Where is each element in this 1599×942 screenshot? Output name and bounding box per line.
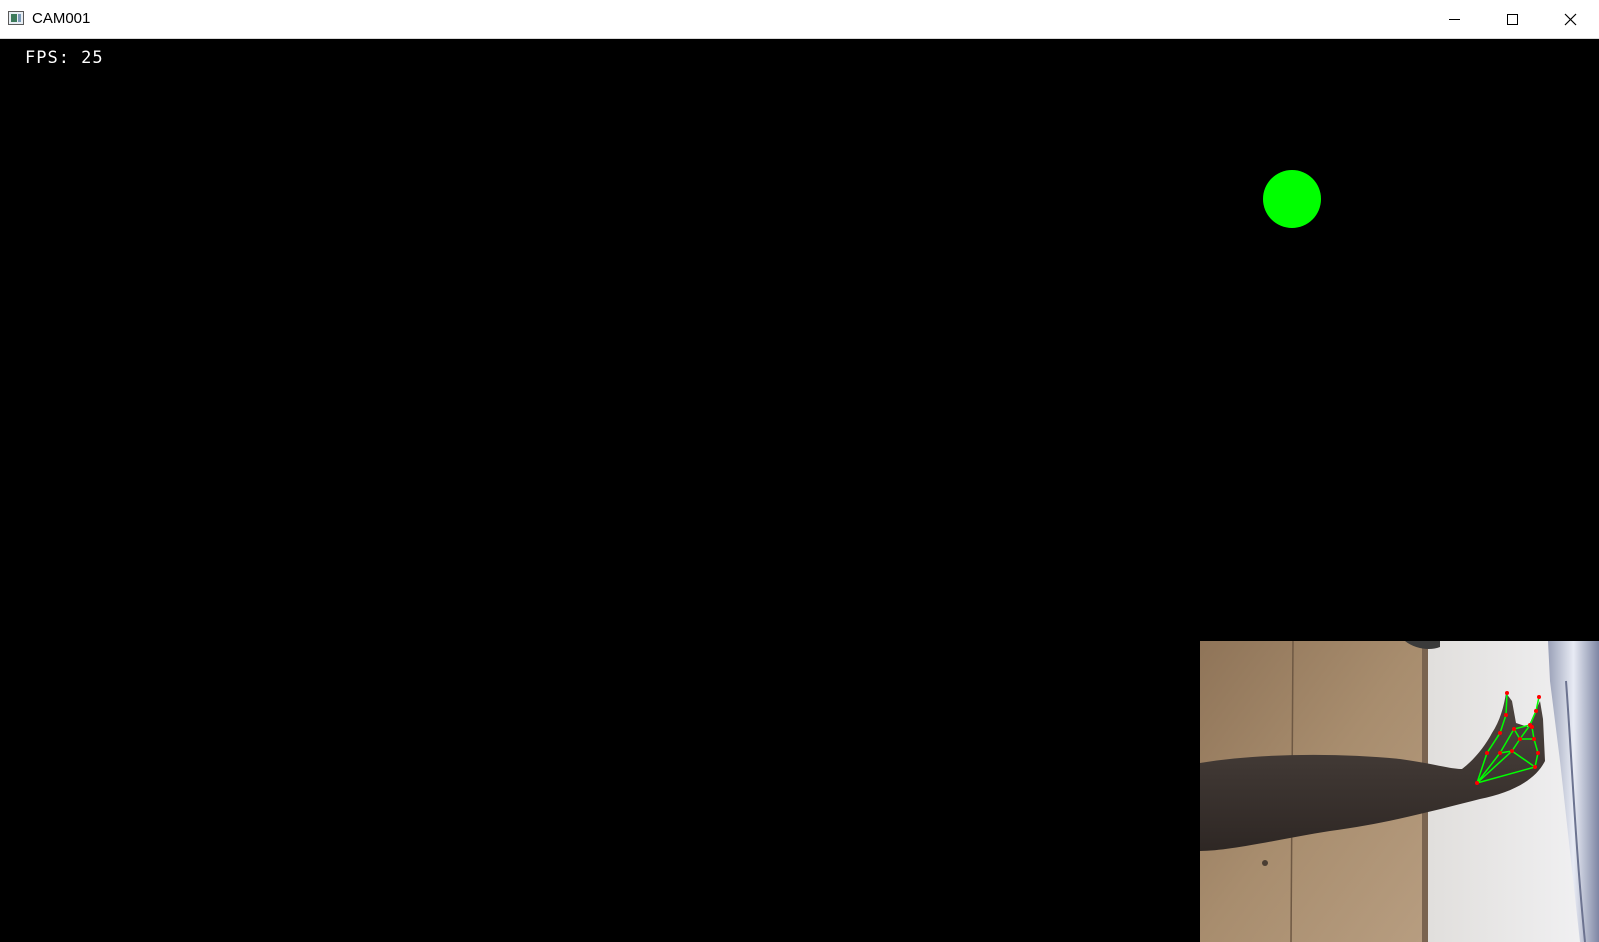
title-bar[interactable]: CAM001 [0,0,1599,39]
webcam-preview-image [1200,641,1599,942]
camera-canvas[interactable]: FPS: 25 [0,39,1599,942]
maximize-button[interactable] [1483,0,1541,38]
app-icon [8,11,24,25]
camera-window: CAM001 FPS: 25 [0,0,1599,942]
fps-counter: FPS: 25 [25,48,104,68]
minimize-icon [1449,19,1460,20]
window-title: CAM001 [32,10,91,27]
target-circle [1263,170,1321,228]
close-button[interactable] [1541,0,1599,38]
close-icon [1564,13,1577,26]
minimize-button[interactable] [1425,0,1483,38]
webcam-preview [1200,641,1599,942]
maximize-icon [1507,14,1518,25]
